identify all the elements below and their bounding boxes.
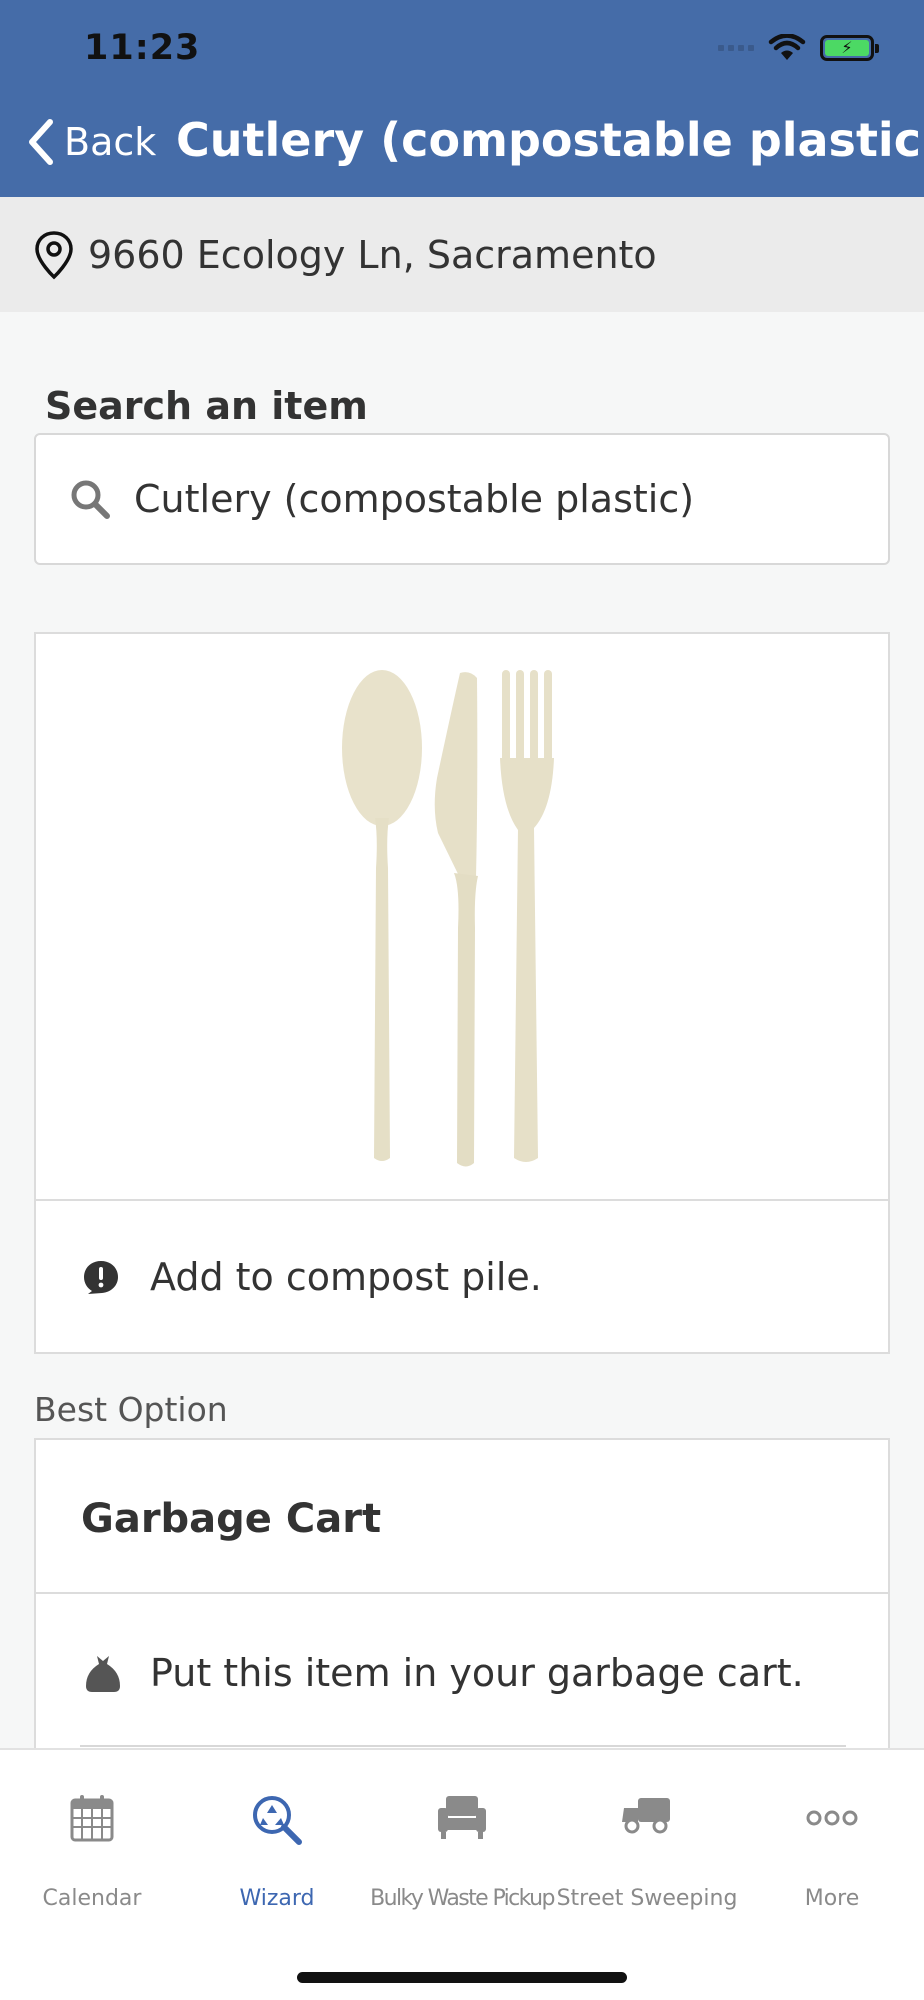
location-address: 9660 Ecology Ln, Sacramento [88, 232, 657, 277]
search-label: Search an item [45, 384, 368, 428]
page-title: Cutlery (compostable plastic) [176, 113, 924, 167]
cellular-signal-icon [718, 45, 754, 51]
back-label: Back [64, 120, 157, 164]
best-option-card[interactable]: Garbage Cart [34, 1438, 890, 1598]
search-field[interactable] [34, 433, 890, 565]
tab-label-street-sweeping: Street Sweeping [556, 1886, 738, 1911]
app-header: 11:23 ⚡ Back Cutlery (compostable plasti… [0, 0, 924, 197]
search-icon [71, 480, 110, 519]
sweeper-truck-icon [622, 1798, 670, 1834]
divider [80, 1745, 846, 1747]
best-option-instruction: Put this item in your garbage cart. [150, 1651, 804, 1695]
garbage-bag-icon [86, 1656, 120, 1692]
tab-label-bulky-waste-pickup: Bulky Waste Pickup [370, 1886, 555, 1911]
calendar-icon [70, 1795, 114, 1842]
tab-label-calendar: Calendar [42, 1886, 142, 1911]
couch-icon [438, 1796, 486, 1839]
more-dots-icon [806, 1810, 858, 1826]
item-note-card: Add to compost pile. [34, 1199, 890, 1354]
chevron-left-icon [29, 119, 53, 165]
tab-bar: Calendar Wizard Bulky Waste Pickup Stree… [0, 1748, 924, 2000]
search-input[interactable] [134, 477, 874, 521]
best-option-title: Garbage Cart [81, 1496, 382, 1542]
wifi-icon [768, 34, 806, 60]
tab-wizard[interactable]: Wizard [185, 1750, 369, 1920]
home-indicator[interactable] [297, 1972, 627, 1983]
tab-bulky-waste-pickup[interactable]: Bulky Waste Pickup [370, 1750, 555, 1920]
item-image-card [34, 632, 890, 1201]
back-button[interactable]: Back [26, 118, 156, 166]
best-option-instruction-card: Put this item in your garbage cart. [34, 1592, 890, 1752]
map-pin-icon [35, 230, 73, 279]
status-time: 11:23 [84, 28, 201, 68]
status-icons: ⚡ [718, 34, 879, 62]
alert-bubble-icon [84, 1260, 118, 1294]
battery-icon: ⚡ [820, 35, 879, 61]
best-option-label: Best Option [34, 1390, 228, 1429]
item-note-text: Add to compost pile. [150, 1254, 542, 1299]
recycle-search-icon [253, 1796, 302, 1845]
tab-more[interactable]: More [740, 1750, 924, 1920]
tab-label-more: More [804, 1886, 860, 1911]
tab-label-wizard: Wizard [239, 1886, 315, 1911]
location-bar[interactable]: 9660 Ecology Ln, Sacramento [0, 197, 924, 312]
cutlery-image [342, 669, 554, 1166]
tab-calendar[interactable]: Calendar [0, 1750, 184, 1920]
tab-street-sweeping[interactable]: Street Sweeping [555, 1750, 739, 1920]
